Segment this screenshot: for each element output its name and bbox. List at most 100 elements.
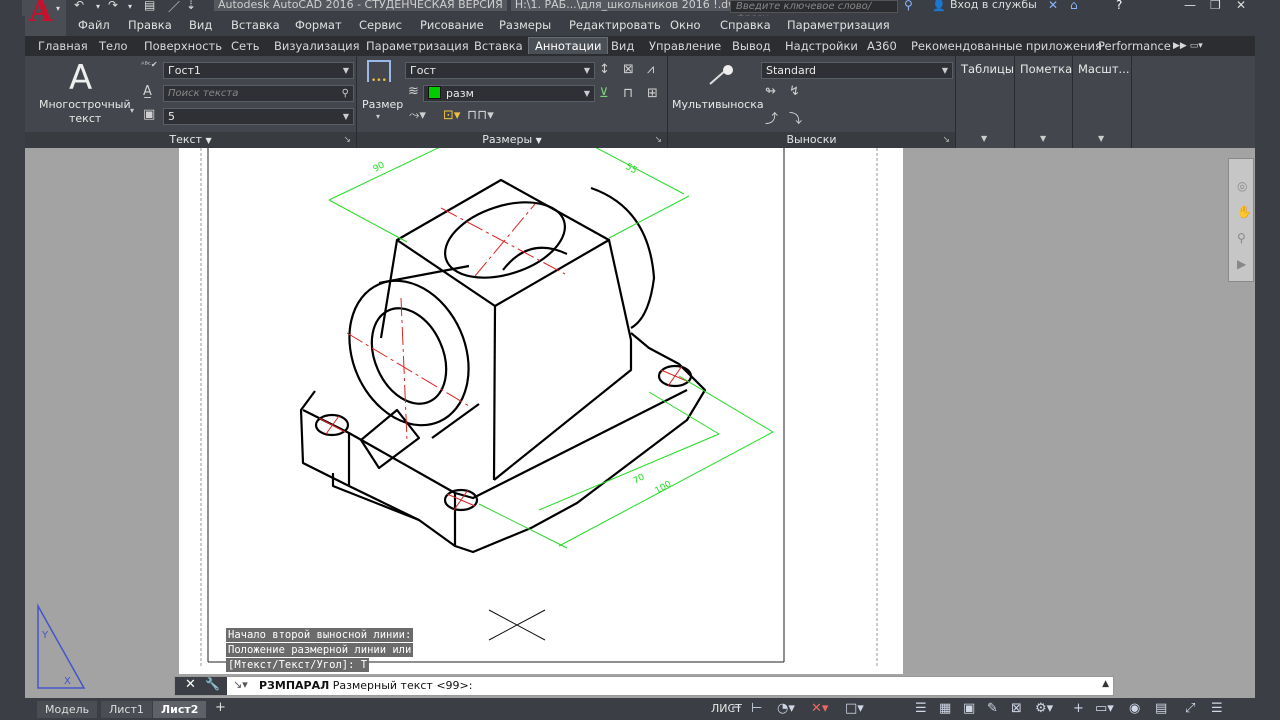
menu-dimension[interactable]: Размеры [499, 18, 551, 32]
command-prompt-icon[interactable]: ↘▾ [233, 678, 248, 691]
menu-parametric[interactable]: Параметризация [787, 18, 890, 32]
close-window-icon[interactable]: ✕ [1236, 0, 1246, 12]
workspace-gear-icon[interactable]: ⚙▾ [1035, 701, 1053, 716]
mtext-button[interactable]: A Многострочный текст ▾ [35, 58, 145, 130]
tab-visualize[interactable]: Визуализация [274, 39, 360, 53]
tab-manage[interactable]: Управление [649, 39, 721, 53]
exchange-icon[interactable]: ✕ [1048, 0, 1058, 12]
dim-tool-5-icon[interactable]: ⊓ [623, 86, 633, 101]
command-input[interactable]: РЗМПАРАЛ Размерный текст <99>: [259, 679, 472, 692]
layout-tab-model[interactable]: Модель [37, 701, 98, 718]
add-layout-icon[interactable]: + [215, 700, 226, 715]
showmotion-icon[interactable]: ▶ [1237, 257, 1246, 271]
tab-featured-apps[interactable]: Рекомендованные приложения [911, 39, 1102, 53]
redo-dropdown-icon[interactable]: ▾ [128, 2, 132, 11]
tables-panel[interactable]: Таблицы ▼ [956, 56, 1014, 148]
selection-cycling-icon[interactable]: ▣ [963, 701, 975, 716]
dim-text-70[interactable]: 70 [632, 472, 647, 486]
menu-view[interactable]: Вид [189, 18, 212, 32]
text-style-select[interactable]: Гост1 ▼ [163, 62, 354, 79]
menu-help[interactable]: Справка [720, 18, 771, 32]
ui-lock-icon[interactable]: ▭▾ [1095, 701, 1114, 716]
command-history-toggle-icon[interactable]: ▲ [1102, 679, 1109, 689]
annotation-monitor-icon[interactable]: ✎ [987, 701, 998, 716]
dialog-launcher-icon[interactable]: ↘ [654, 132, 662, 148]
dim-text-90[interactable]: 90 [372, 160, 387, 174]
match-properties-icon[interactable]: ／ [168, 0, 180, 15]
dim-layer-select[interactable]: разм ▼ [423, 85, 595, 102]
menu-insert[interactable]: Вставка [231, 18, 280, 32]
dim-tool-3-icon[interactable]: ⩘ [647, 62, 654, 77]
tab-addins[interactable]: Надстройки [785, 39, 858, 53]
dim-adjust-icon[interactable]: ⊡▾ [443, 108, 460, 123]
lineweight-icon[interactable]: ☰ [915, 701, 927, 716]
dim-continue-icon[interactable]: ⊓⊓▾ [467, 108, 494, 123]
polar-icon[interactable]: ◔▾ [777, 701, 795, 716]
dialog-launcher-icon[interactable]: ↘ [343, 132, 351, 148]
isolate-icon[interactable]: ◉ [1129, 701, 1140, 716]
align-leader-icon[interactable]: ⤴ [765, 108, 778, 127]
undo-icon[interactable]: ↶ [74, 0, 84, 12]
workspace-dropdown-icon[interactable]: ⇣ [186, 0, 196, 12]
collect-leader-icon[interactable]: ⤵ [789, 108, 802, 127]
text-height-select[interactable]: 5 ▼ [163, 108, 354, 125]
tab-output[interactable]: Вывод [732, 39, 771, 53]
tab-performance[interactable]: Performance [1098, 39, 1171, 53]
dim-text-55[interactable]: 55 [624, 162, 639, 176]
multileader-button[interactable]: Мультивыноска [670, 58, 764, 128]
transparency-icon[interactable]: ▦ [939, 701, 951, 716]
annotation-plus-icon[interactable]: + [1073, 701, 1084, 716]
tab-view[interactable]: Вид [611, 39, 634, 53]
redo-icon[interactable]: ↷ [108, 0, 118, 12]
markup-panel[interactable]: Пометка ▼ [1015, 56, 1072, 148]
tab-annotate[interactable]: Аннотации [528, 37, 609, 54]
minimize-icon[interactable]: — [1184, 0, 1196, 12]
menu-tools[interactable]: Сервис [359, 18, 402, 32]
maximize-icon[interactable]: ❐ [1210, 0, 1221, 12]
ortho-icon[interactable]: ⊢ [751, 701, 762, 716]
grid-snap-icon[interactable]: ⌐ [731, 701, 742, 716]
remove-leader-icon[interactable]: ↯ [789, 84, 800, 99]
zoom-icon[interactable]: ⚲ [1237, 231, 1246, 245]
help-icon[interactable]: ? [1116, 0, 1122, 12]
drawing-canvas[interactable]: 90 55 70 100 [179, 137, 903, 674]
menu-file[interactable]: Файл [78, 18, 110, 32]
dim-break-icon[interactable]: ⤳▾ [409, 108, 426, 123]
tab-solid[interactable]: Тело [99, 39, 128, 53]
paper-sheet[interactable]: 90 55 70 100 [179, 137, 903, 674]
dim-style-select[interactable]: Гост ▼ [405, 62, 595, 79]
mleader-style-select[interactable]: Standard ▼ [761, 62, 953, 79]
units-icon[interactable]: ⊠ [1011, 701, 1022, 716]
customization-icon[interactable]: ☰ [1211, 701, 1223, 716]
menu-modify[interactable]: Редактировать [569, 18, 661, 32]
hardware-accel-icon[interactable]: ▤ [1155, 701, 1167, 716]
dim-text-100[interactable]: 100 [654, 479, 674, 496]
tab-surface[interactable]: Поверхность [144, 39, 222, 53]
osnap-tracking-icon[interactable]: ✕▾ [811, 701, 828, 716]
text-panel-title[interactable]: Текст ▼ ↘ [25, 132, 356, 148]
a360-icon[interactable]: ⌂ [1070, 0, 1078, 12]
dim-tool-4-icon[interactable]: ⊻ [599, 86, 609, 101]
layout-tab-1[interactable]: Лист1 [101, 701, 152, 718]
command-line[interactable]: ✕ 🔧 ↘▾ РЗМПАРАЛ Размерный текст <99>: ▲ [174, 676, 1114, 696]
more-tabs-icon[interactable]: ▶▶ ▭▾ [1173, 41, 1203, 51]
menu-edit[interactable]: Правка [128, 18, 172, 32]
scale-panel[interactable]: Масшт... ▼ [1073, 56, 1131, 148]
dialog-launcher-icon[interactable]: ↘ [942, 132, 950, 148]
steering-wheel-icon[interactable]: ◎ [1237, 179, 1247, 193]
signin-button[interactable]: Вход в службы [950, 0, 1037, 11]
menu-window[interactable]: Окно [670, 18, 701, 32]
undo-dropdown-icon[interactable]: ▾ [96, 2, 100, 11]
wrench-icon[interactable]: 🔧 [205, 677, 220, 691]
menu-format[interactable]: Формат [295, 18, 342, 32]
tab-parametric[interactable]: Параметризация [366, 39, 469, 53]
search-icon[interactable]: ⚲ [342, 86, 349, 101]
tab-a360[interactable]: A360 [867, 39, 897, 53]
dim-tool-2-icon[interactable]: ⊠ [623, 62, 634, 77]
pan-icon[interactable]: ✋ [1237, 205, 1252, 219]
tab-home[interactable]: Главная [38, 39, 88, 53]
osnap-icon[interactable]: □▾ [845, 701, 864, 716]
plot-icon[interactable]: ▤ [144, 0, 155, 12]
close-icon[interactable]: ✕ [185, 677, 196, 692]
dim-tool-1-icon[interactable]: ↕ [599, 62, 610, 77]
